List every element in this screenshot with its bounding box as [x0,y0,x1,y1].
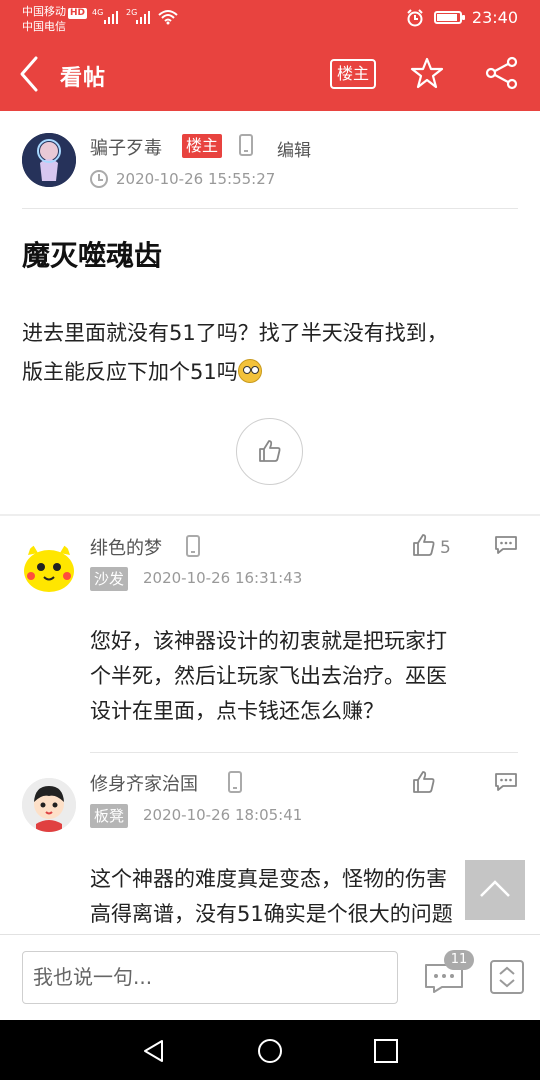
up-down-icon [499,966,515,988]
comment-line: 个半死，然后让玩家飞出去治疗。巫医 [90,664,447,688]
comment-line: 这个神器的难度真是变态，怪物的伤害 [90,867,447,891]
battery-icon [433,11,465,24]
comment-author-name[interactable]: 修身齐家治国 [90,770,198,796]
post-body: 进去里面就没有51了吗？找了半天没有找到， 版主能反应下加个51吗 [22,314,518,392]
only-owner-button[interactable]: 楼主 [330,59,376,89]
carrier-info: 中国移动 HD 中国电信 [22,4,88,34]
nav-home-icon[interactable] [256,1037,284,1065]
post-like-button[interactable] [236,418,303,485]
post-body-line: 进去里面就没有51了吗？找了半天没有找到， [22,321,448,345]
status-bar: 中国移动 HD 中国电信 4G 2G 23:40 [0,0,540,38]
comment-body: 您好，该神器设计的初衷就是把玩家打 个半死，然后让玩家飞出去治疗。巫医 设计在里… [90,624,510,729]
comment-time: 2020-10-26 16:31:43 [143,569,303,587]
post-body-line: 版主能反应下加个51吗 [22,360,238,384]
battery-fill [436,14,458,21]
post-title: 魔灭噬魂齿 [22,239,163,272]
back-icon[interactable] [16,54,46,94]
comment-body: 这个神器的难度真是变态，怪物的伤害 高得离谱，没有51确实是个很大的问题 [90,862,510,932]
reply-icon[interactable] [494,772,518,792]
avatar[interactable] [22,133,76,187]
post-time: 2020-10-26 15:55:27 [116,170,276,188]
comment-line: 您好，该神器设计的初衷就是把玩家打 [90,629,447,653]
comment-line: 高得离谱，没有51确实是个很大的问题 [90,902,453,926]
comment-author-name[interactable]: 绯色的梦 [90,534,162,560]
clock-time: 23:40 [471,8,518,27]
hd-badge: HD [68,8,88,19]
signal-4g-label: 4G [92,8,104,17]
signal-icon [136,11,150,24]
page-title: 看帖 [60,66,107,91]
bottom-bar: 我也说一句... 11 [0,934,540,1020]
divider [22,208,518,209]
alarm-icon [407,8,423,26]
thumb-up-icon[interactable] [412,533,436,557]
comment-avatar[interactable] [22,541,76,595]
reply-icon[interactable] [494,535,518,555]
reply-input[interactable]: 我也说一句... [22,951,398,1004]
nav-recents-icon[interactable] [372,1037,400,1065]
comment-count-badge: 11 [444,950,474,970]
chevron-up-icon [480,880,510,897]
status-right: 23:40 [406,8,518,27]
wifi-icon [158,10,178,25]
share-icon[interactable] [484,56,520,90]
owner-tag: 楼主 [182,134,223,158]
avatar-image [22,778,76,832]
avatar-image [22,133,76,187]
page-nav-button[interactable] [490,960,524,994]
scroll-to-top-button[interactable] [465,860,525,920]
dizzy-face-emoji-icon [237,359,262,383]
carrier-1: 中国移动 [22,5,66,18]
phone-icon [186,535,200,557]
top-bar: 中国移动 HD 中国电信 4G 2G 23:40 看帖 楼主 [0,0,540,111]
thumb-up-icon [259,440,281,462]
phone-icon [239,134,253,156]
edit-link[interactable]: 编辑 [277,136,311,161]
section-separator [0,514,540,516]
system-nav-bar [0,1020,540,1080]
floor-tag: 沙发 [90,567,129,591]
divider [90,752,518,753]
nav-back-icon[interactable] [140,1037,168,1065]
post-body-line-2: 版主能反应下加个51吗 [22,353,518,392]
comment-time: 2020-10-26 18:05:41 [143,806,303,824]
comment-avatar[interactable] [22,778,76,832]
phone-icon [228,771,242,793]
comment-line: 设计在里面，点卡钱还怎么赚？ [90,699,384,723]
carrier-2: 中国电信 [22,20,66,33]
header: 看帖 楼主 [0,40,540,110]
floor-tag: 板凳 [90,804,129,828]
post-author-name[interactable]: 骗子歹毒 [90,134,162,160]
star-icon[interactable] [410,56,444,90]
clock-icon [90,170,108,188]
signal-icon [104,11,118,24]
like-count: 5 [440,538,451,558]
avatar-image [24,543,74,592]
thumb-up-icon[interactable] [412,770,436,794]
